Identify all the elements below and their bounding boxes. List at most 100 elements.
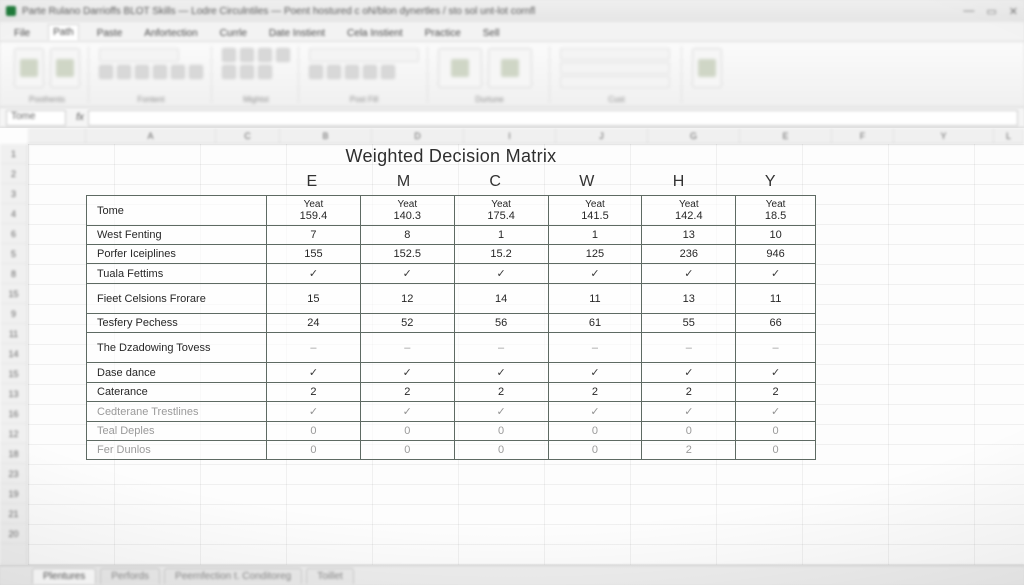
matrix-row[interactable]: Caterance222222	[87, 383, 816, 402]
matrix-cell[interactable]: 0	[642, 422, 736, 441]
col-header[interactable]: C	[216, 128, 280, 143]
matrix-cell[interactable]	[360, 333, 454, 363]
bold-icon[interactable]	[99, 65, 113, 79]
wrap-text-icon[interactable]	[276, 48, 290, 62]
matrix-row[interactable]: Dase dance	[87, 363, 816, 383]
matrix-cell[interactable]: 55	[642, 314, 736, 333]
row-header[interactable]: 11	[0, 324, 27, 344]
matrix-cell[interactable]: 0	[548, 441, 642, 460]
row-header[interactable]: 8	[0, 264, 27, 284]
matrix-cell[interactable]: 11	[736, 284, 816, 314]
formula-input[interactable]	[88, 110, 1018, 126]
indent-icon[interactable]	[240, 65, 254, 79]
matrix-cell[interactable]	[736, 333, 816, 363]
align-right-icon[interactable]	[258, 48, 272, 62]
row-header[interactable]: 4	[0, 204, 27, 224]
matrix-cell[interactable]: 66	[736, 314, 816, 333]
ribbon-tab[interactable]: Paste	[93, 26, 127, 41]
matrix-cell[interactable]	[454, 333, 548, 363]
decimal-inc-icon[interactable]	[363, 65, 377, 79]
col-header[interactable]: L	[994, 128, 1024, 143]
decimal-dec-icon[interactable]	[381, 65, 395, 79]
row-header[interactable]: 20	[0, 524, 27, 544]
ribbon-tab[interactable]: Practice	[421, 26, 465, 41]
matrix-cell[interactable]: 13	[642, 284, 736, 314]
sheet-tab[interactable]: Plentures	[32, 568, 96, 584]
matrix-cell[interactable]	[360, 264, 454, 284]
matrix-row[interactable]: Tuala Fettims	[87, 264, 816, 284]
matrix-cell[interactable]: 2	[454, 383, 548, 402]
matrix-cell[interactable]	[548, 333, 642, 363]
matrix-cell[interactable]: 15.2	[454, 245, 548, 264]
row-header[interactable]: 18	[0, 444, 27, 464]
fx-icon[interactable]: fx	[72, 112, 88, 123]
matrix-cell[interactable]	[736, 402, 816, 422]
matrix-row[interactable]: Fer Dunlos000020	[87, 441, 816, 460]
find-select-button[interactable]	[488, 48, 532, 88]
column-headers[interactable]: A C B D I J G E F Y L	[28, 128, 1024, 144]
matrix-cell[interactable]: 0	[360, 422, 454, 441]
matrix-row[interactable]: West Fenting78111310	[87, 226, 816, 245]
matrix-cell[interactable]: 10	[736, 226, 816, 245]
comma-icon[interactable]	[345, 65, 359, 79]
matrix-cell[interactable]: 2	[267, 383, 361, 402]
underline-icon[interactable]	[135, 65, 149, 79]
paste-button[interactable]	[14, 48, 44, 88]
col-header[interactable]: E	[740, 128, 832, 143]
matrix-cell[interactable]	[548, 402, 642, 422]
col-header[interactable]: B	[280, 128, 372, 143]
matrix-cell[interactable]	[642, 363, 736, 383]
matrix-cell[interactable]	[267, 402, 361, 422]
matrix-cell[interactable]	[736, 264, 816, 284]
matrix-cell[interactable]: 125	[548, 245, 642, 264]
matrix-row[interactable]: Porfer Iceiplines155152.515.2125236946	[87, 245, 816, 264]
fill-color-icon[interactable]	[171, 65, 185, 79]
font-color-icon[interactable]	[189, 65, 203, 79]
matrix-cell[interactable]: 1	[548, 226, 642, 245]
matrix-cell[interactable]: 8	[360, 226, 454, 245]
row-header[interactable]: 14	[0, 344, 27, 364]
matrix-cell[interactable]: 7	[267, 226, 361, 245]
matrix-cell[interactable]: 52	[360, 314, 454, 333]
matrix-cell[interactable]: 2	[360, 383, 454, 402]
matrix-row[interactable]: The Dzadowing Tovess	[87, 333, 816, 363]
matrix-table[interactable]: Tome Yeat159.4 Yeat140.3 Yeat175.4 Yeat1…	[86, 195, 816, 460]
matrix-cell[interactable]	[267, 264, 361, 284]
ribbon-tab[interactable]: Date Instient	[265, 26, 329, 41]
matrix-row[interactable]: Fieet Celsions Frorare151214111311	[87, 284, 816, 314]
row-header[interactable]: 16	[0, 404, 27, 424]
row-header[interactable]: 9	[0, 304, 27, 324]
matrix-cell[interactable]: 155	[267, 245, 361, 264]
matrix-cell[interactable]: 13	[642, 226, 736, 245]
matrix-cell[interactable]: 0	[454, 441, 548, 460]
ribbon-tab[interactable]: Path	[48, 24, 79, 41]
col-header[interactable]: J	[556, 128, 648, 143]
matrix-cell[interactable]: 946	[736, 245, 816, 264]
row-headers[interactable]: 12346581591114151316121823192120	[0, 144, 28, 565]
row-header[interactable]: 3	[0, 184, 27, 204]
merge-icon[interactable]	[222, 65, 236, 79]
row-header[interactable]: 15	[0, 364, 27, 384]
maximize-button[interactable]: ▭	[986, 5, 996, 18]
col-header[interactable]: A	[86, 128, 216, 143]
row-header[interactable]: 15	[0, 284, 27, 304]
sheet-tab[interactable]: Peernfection t. Conditoreg	[164, 568, 302, 584]
col-header[interactable]: Y	[894, 128, 994, 143]
format-button[interactable]	[50, 48, 80, 88]
matrix-cell[interactable]	[736, 363, 816, 383]
matrix-cell[interactable]: 1	[454, 226, 548, 245]
minimize-button[interactable]: —	[963, 5, 974, 18]
matrix-cell[interactable]	[548, 264, 642, 284]
matrix-cell[interactable]: 152.5	[360, 245, 454, 264]
ribbon-tab[interactable]: Anfortection	[140, 26, 201, 41]
matrix-cell[interactable]	[642, 402, 736, 422]
row-header[interactable]: 23	[0, 464, 27, 484]
matrix-cell[interactable]	[454, 402, 548, 422]
matrix-cell[interactable]: 0	[360, 441, 454, 460]
row-header[interactable]: 13	[0, 384, 27, 404]
outdent-icon[interactable]	[258, 65, 272, 79]
matrix-cell[interactable]	[360, 363, 454, 383]
matrix-cell[interactable]: 12	[360, 284, 454, 314]
font-selector[interactable]	[99, 48, 179, 62]
italic-icon[interactable]	[117, 65, 131, 79]
